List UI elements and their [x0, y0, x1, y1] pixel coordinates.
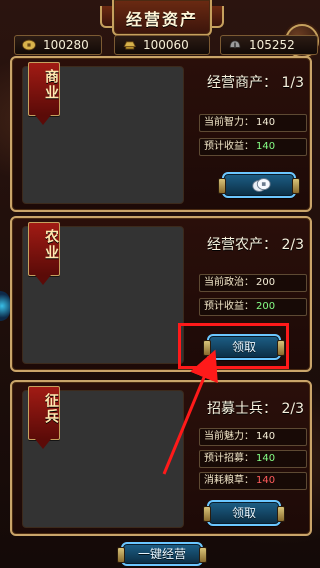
stat-key: 消耗粮草：: [204, 475, 254, 486]
helmet-icon: [229, 40, 241, 49]
card-conscription: 征兵 招募士兵： 2/3 当前魅力： 140 预计招募： 140 消耗粮草： 1…: [10, 380, 312, 536]
resource-ingot: 100060: [114, 35, 210, 55]
stat-value: 140: [256, 141, 276, 152]
stat-value: 200: [256, 301, 276, 312]
stat-row: 消耗粮草： 140: [199, 472, 307, 490]
banner-text: 商业: [43, 69, 59, 101]
card-banner: 征兵: [28, 386, 60, 449]
stat-key: 当前政治：: [204, 277, 254, 288]
coin-icon: [22, 39, 36, 51]
agriculture-collect-button[interactable]: 领取: [203, 334, 285, 360]
stat-key: 预计招募：: [204, 453, 254, 464]
stat-key: 预计收益：: [204, 141, 254, 152]
button-label: 领取: [231, 340, 256, 354]
card-agriculture: 农业 经营农产： 2/3 当前政治： 200 预计收益： 200 领取: [10, 216, 312, 372]
card-heading: 经营农产： 2/3: [207, 237, 304, 253]
stat-row: 当前魅力： 140: [199, 428, 307, 446]
stat-key: 当前魅力：: [204, 431, 254, 442]
resource-helmet: 105252: [220, 35, 318, 55]
page-title: 经营资产: [125, 10, 198, 29]
stat-value: 140: [256, 453, 276, 464]
resource-value: 105252: [249, 38, 295, 52]
title-plate: 经营资产: [100, 0, 224, 36]
card-commerce: 商业 经营商产： 1/3 当前智力： 140 预计收益： 140: [10, 56, 312, 212]
commerce-collect-button[interactable]: [218, 172, 300, 198]
one-click-manage-button[interactable]: 一键经营: [117, 542, 207, 566]
stat-value: 140: [256, 117, 276, 128]
stat-row: 预计收益： 140: [199, 138, 307, 156]
banner-text: 农业: [43, 229, 59, 261]
stat-row: 当前政治： 200: [199, 274, 307, 292]
resource-value: 100280: [43, 38, 89, 52]
stat-row: 预计收益： 200: [199, 298, 307, 316]
card-banner: 商业: [28, 62, 60, 125]
conscription-collect-button[interactable]: 领取: [203, 500, 285, 526]
gold-ingot-icon: [123, 41, 137, 50]
button-label: 一键经营: [137, 547, 186, 561]
button-label: 领取: [231, 506, 256, 520]
stat-value: 200: [256, 277, 276, 288]
resource-coin: 100280: [14, 35, 102, 55]
stat-row: 预计招募： 140: [199, 450, 307, 468]
stat-value: 140: [256, 475, 276, 486]
card-heading: 经营商产： 1/3: [207, 75, 304, 91]
stat-key: 当前智力：: [204, 117, 254, 128]
card-heading: 招募士兵： 2/3: [207, 401, 304, 417]
card-banner: 农业: [28, 222, 60, 285]
banner-text: 征兵: [43, 393, 59, 425]
resource-value: 100060: [143, 38, 189, 52]
stat-value: 140: [256, 431, 276, 442]
silver-coins-icon: [252, 178, 271, 192]
stat-row: 当前智力： 140: [199, 114, 307, 132]
stat-key: 预计收益：: [204, 301, 254, 312]
